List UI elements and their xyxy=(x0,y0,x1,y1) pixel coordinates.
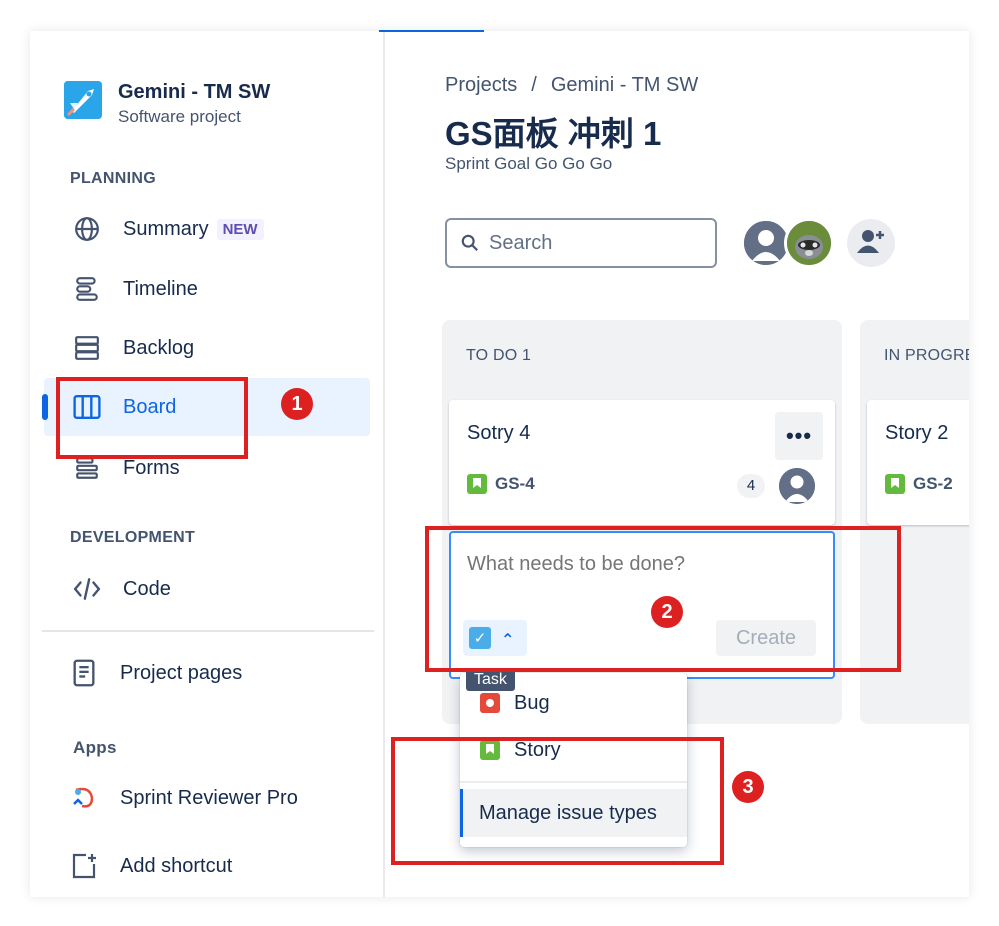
search-icon xyxy=(461,234,479,252)
card-title: Story 2 xyxy=(885,422,949,444)
issue-type-option-story[interactable]: Story xyxy=(460,728,687,772)
add-people-button[interactable] xyxy=(847,219,895,267)
forms-icon xyxy=(72,453,102,483)
option-label: Bug xyxy=(514,691,550,714)
sidebar-item-backlog[interactable]: Backlog xyxy=(44,319,370,377)
backlog-icon xyxy=(72,333,102,363)
sidebar: Gemini - TM SW Software project PLANNING… xyxy=(30,31,385,897)
avatar[interactable] xyxy=(784,218,834,268)
dropdown-divider xyxy=(460,781,687,783)
assignee-avatar[interactable] xyxy=(779,468,815,504)
issue-type-tooltip: Task xyxy=(466,669,515,691)
timeline-icon xyxy=(72,274,102,304)
chevron-up-icon: ⌃ xyxy=(501,632,515,649)
breadcrumb-separator: / xyxy=(531,74,537,96)
new-badge: NEW xyxy=(216,218,264,240)
sidebar-item-forms[interactable]: Forms xyxy=(44,439,370,497)
story-points-badge: 4 xyxy=(737,474,765,498)
card-title: Sotry 4 xyxy=(467,422,531,444)
story-icon xyxy=(480,740,500,760)
sidebar-item-project-pages[interactable]: Project pages xyxy=(44,648,370,698)
sidebar-item-code[interactable]: Code xyxy=(44,560,370,618)
sidebar-item-label: Project pages xyxy=(120,661,243,684)
sidebar-item-label: Board xyxy=(123,395,177,418)
add-user-icon xyxy=(856,228,886,259)
planning-heading: PLANNING xyxy=(70,170,156,187)
sidebar-item-label: Timeline xyxy=(123,277,198,300)
sidebar-item-add-shortcut[interactable]: Add shortcut xyxy=(44,841,370,891)
breadcrumb: Projects / Gemini - TM SW xyxy=(445,74,698,97)
sidebar-item-sprint-reviewer-pro[interactable]: Sprint Reviewer Pro xyxy=(44,773,370,823)
sidebar-item-label: Summary xyxy=(123,217,209,240)
issue-key-label: GS-4 xyxy=(495,474,535,493)
sidebar-item-summary[interactable]: Summary NEW xyxy=(44,200,370,258)
apps-heading: Apps xyxy=(73,738,117,757)
project-header[interactable] xyxy=(64,81,102,119)
issue-key: GS-2 xyxy=(885,474,953,494)
issue-card[interactable]: Story 2 GS-2 xyxy=(867,400,969,525)
issue-key: GS-4 xyxy=(467,474,535,494)
issue-key-label: GS-2 xyxy=(913,474,953,493)
sprint-goal: Sprint Goal Go Go Go xyxy=(445,154,613,173)
column-title: TO DO 1 xyxy=(466,347,532,364)
option-label: Story xyxy=(514,738,561,761)
issue-type-dropdown: Bug Story Manage issue types xyxy=(460,673,687,847)
breadcrumb-project[interactable]: Gemini - TM SW xyxy=(551,74,698,97)
sidebar-item-label: Sprint Reviewer Pro xyxy=(120,786,298,809)
top-accent-bar xyxy=(379,30,484,32)
project-logo-icon xyxy=(64,81,102,119)
globe-icon xyxy=(72,214,102,244)
sidebar-item-label: Add shortcut xyxy=(120,854,233,877)
search-placeholder: Search xyxy=(489,231,553,254)
add-shortcut-icon xyxy=(69,851,99,881)
story-icon xyxy=(467,474,487,494)
sidebar-item-label: Code xyxy=(123,577,171,600)
search-input[interactable]: Search xyxy=(445,218,717,268)
column-title: IN PROGRE xyxy=(884,347,969,364)
annotation-number-2: 2 xyxy=(651,596,683,628)
code-icon xyxy=(72,574,102,604)
manage-issue-types-link[interactable]: Manage issue types xyxy=(460,789,687,837)
annotation-number-1: 1 xyxy=(281,388,313,420)
page-title: GS面板 冲刺 1 xyxy=(445,115,662,152)
project-type: Software project xyxy=(118,107,241,126)
page-icon xyxy=(69,658,99,688)
more-actions-button[interactable]: ••• xyxy=(775,412,823,460)
sidebar-item-label: Backlog xyxy=(123,336,195,359)
create-issue-input[interactable] xyxy=(467,553,807,576)
story-icon xyxy=(885,474,905,494)
issue-type-selector[interactable]: ✓ ⌃ xyxy=(463,620,527,656)
task-icon: ✓ xyxy=(469,627,491,649)
sidebar-item-timeline[interactable]: Timeline xyxy=(44,260,370,318)
annotation-number-3: 3 xyxy=(732,771,764,803)
development-heading: DEVELOPMENT xyxy=(70,529,196,546)
sidebar-divider xyxy=(42,630,374,632)
create-button[interactable]: Create xyxy=(716,620,816,656)
app-icon xyxy=(69,783,99,813)
project-name: Gemini - TM SW xyxy=(118,81,271,103)
inline-create-form: ✓ ⌃ Create xyxy=(449,531,835,679)
sidebar-item-board[interactable]: Board xyxy=(42,378,370,436)
issue-card[interactable]: Sotry 4 ••• GS-4 4 xyxy=(449,400,835,525)
board-icon xyxy=(72,392,102,422)
sidebar-item-label: Forms xyxy=(123,456,180,479)
breadcrumb-projects[interactable]: Projects xyxy=(445,74,517,97)
bug-icon xyxy=(480,693,500,713)
